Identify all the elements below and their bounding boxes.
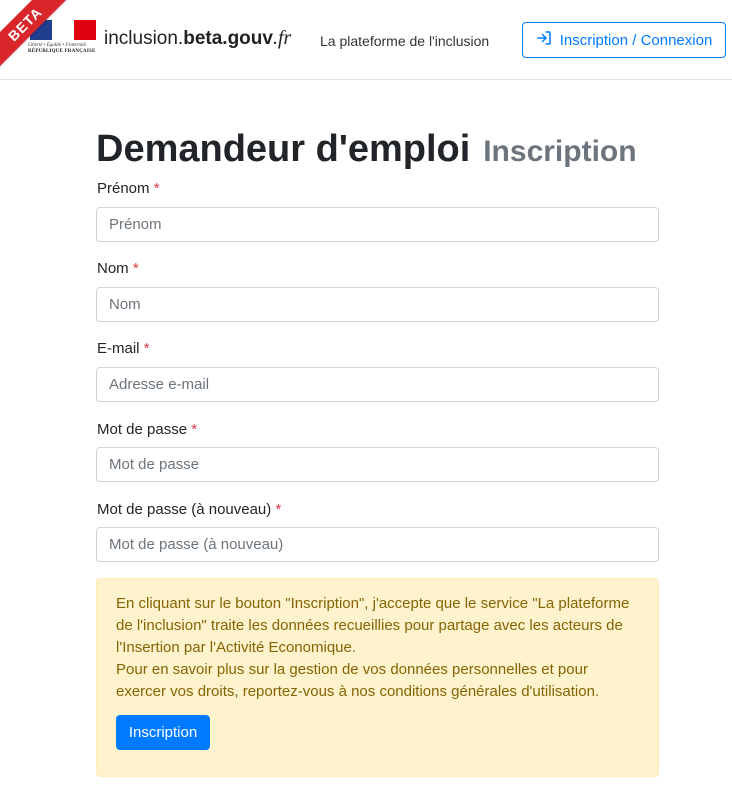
sign-in-icon [536,30,552,50]
password-label: Mot de passe * [97,421,197,438]
login-register-label: Inscription / Connexion [559,31,713,49]
required-marker: * [275,501,282,518]
brand-suffix: .fr [272,27,292,49]
submit-signup-button[interactable]: Inscription [116,715,210,750]
consent-text: En cliquant sur le bouton "Inscription",… [116,595,630,656]
brand-bold: beta.gouv [183,28,273,49]
first-name-input[interactable] [96,207,659,242]
last-name-label-text: Nom [97,260,129,277]
consent-notice: En cliquant sur le bouton "Inscription",… [96,578,659,777]
page-title: Demandeur d'emploi Inscription [96,128,637,171]
password-confirm-input[interactable] [96,527,659,562]
required-marker: * [153,180,160,197]
email-label-text: E-mail [97,340,140,357]
last-name-input[interactable] [96,287,659,322]
page-title-sub: Inscription [483,135,637,168]
required-marker: * [191,421,198,438]
brand-prefix: inclusion. [104,28,184,49]
password-confirm-label: Mot de passe (à nouveau) * [97,501,281,518]
password-input[interactable] [96,447,659,482]
site-header: BETA Liberté • Égalité • Fraternité RÉPU… [0,0,732,80]
last-name-label: Nom * [97,260,139,277]
email-label: E-mail * [97,340,150,357]
login-register-button[interactable]: Inscription / Connexion [522,22,726,58]
page-title-main: Demandeur d'emploi [96,128,471,170]
first-name-label: Prénom * [97,180,160,197]
required-marker: * [143,340,150,357]
site-brand-link[interactable]: inclusion.beta.gouv.fr [104,27,291,50]
email-input[interactable] [96,367,659,402]
password-label-text: Mot de passe [97,421,188,438]
site-tagline: La plateforme de l'inclusion [320,33,490,49]
logo-republique: RÉPUBLIQUE FRANÇAISE [28,49,96,54]
required-marker: * [132,260,139,277]
data-rights-text: Pour en savoir plus sur la gestion de vo… [116,661,600,700]
logo-devise: Liberté • Égalité • Fraternité [28,43,86,48]
password-confirm-label-text: Mot de passe (à nouveau) [97,501,272,518]
first-name-label-text: Prénom [97,180,150,197]
